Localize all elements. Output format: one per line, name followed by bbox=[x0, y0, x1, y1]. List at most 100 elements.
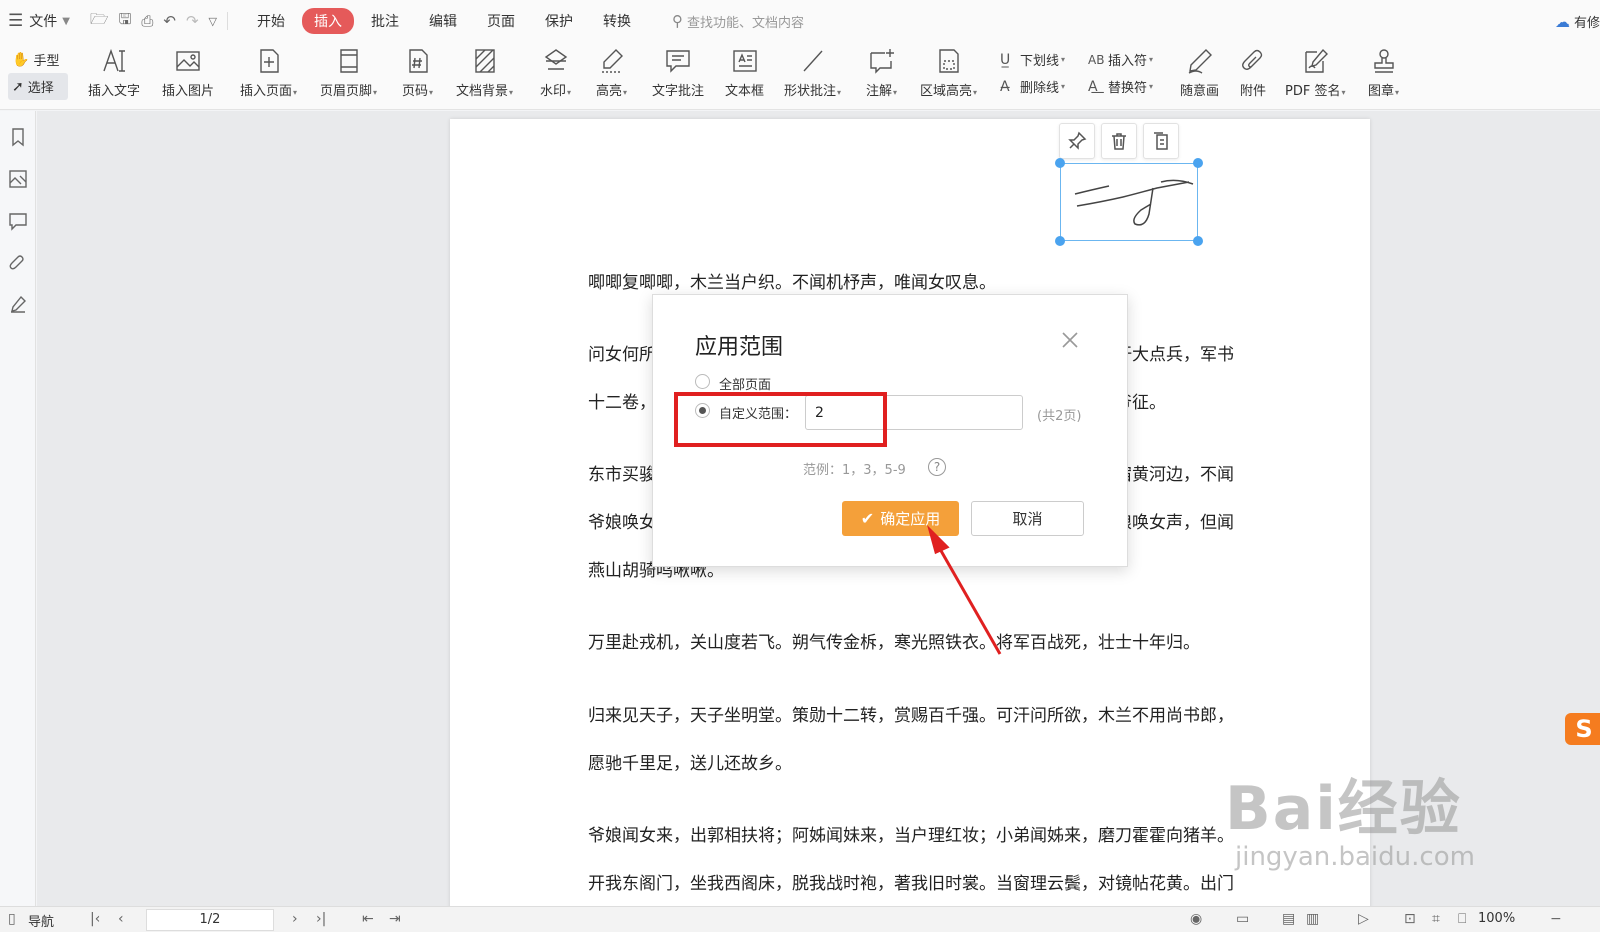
insert-text-button[interactable]: 插入文字 bbox=[88, 46, 140, 99]
print-icon[interactable]: ⎙ bbox=[141, 12, 153, 30]
confirm-apply-label: 确定应用 bbox=[880, 510, 941, 528]
file-menu[interactable]: ☰ 文件 ▼ bbox=[8, 11, 70, 31]
copy-icon bbox=[1154, 132, 1168, 150]
resize-handle[interactable] bbox=[1055, 158, 1065, 168]
redo-icon[interactable]: ↷ bbox=[186, 12, 199, 30]
thumbnail-icon[interactable] bbox=[8, 169, 28, 189]
ribbon-toolbar: ✋ 手型 ➚ 选择 插入文字 插入图片 插入页面▾ 页眉页脚▾ 页码▾ 文档背景… bbox=[0, 42, 1600, 110]
nav-panel-icon[interactable]: ▯ bbox=[8, 911, 16, 927]
fit-width-icon[interactable]: ⎕ bbox=[1458, 911, 1466, 927]
select-tool[interactable]: ➚ 选择 bbox=[8, 73, 68, 100]
two-page-view-icon[interactable]: ▥ bbox=[1306, 911, 1319, 927]
highlight-button[interactable]: 高亮▾ bbox=[596, 46, 627, 99]
cancel-button[interactable]: 取消 bbox=[971, 501, 1084, 536]
textbox-icon bbox=[730, 46, 760, 76]
symbol-tools: AB 插入符 ▾ A͟ 替换符 ▾ bbox=[1088, 46, 1153, 100]
comment-icon[interactable] bbox=[8, 211, 28, 231]
confirm-apply-button[interactable]: ✔ 确定应用 bbox=[842, 501, 959, 536]
pin-button[interactable] bbox=[1059, 123, 1095, 159]
undo-icon[interactable]: ↶ bbox=[163, 12, 176, 30]
strike-label: 删除线 bbox=[1020, 81, 1060, 96]
header-footer-button[interactable]: 页眉页脚▾ bbox=[320, 46, 377, 99]
hamburger-icon: ☰ bbox=[8, 11, 24, 31]
insert-image-button[interactable]: 插入图片 bbox=[162, 46, 214, 99]
stamp-icon bbox=[1369, 46, 1399, 76]
tab-convert[interactable]: 转换 bbox=[590, 8, 644, 34]
note-label: 注解 bbox=[866, 84, 893, 99]
bookmark-icon[interactable] bbox=[8, 127, 28, 147]
attachment-button[interactable]: 附件 bbox=[1238, 46, 1268, 99]
nav-label[interactable]: 导航 bbox=[28, 911, 54, 930]
eye-icon[interactable]: ◉ bbox=[1190, 911, 1202, 927]
last-page-icon[interactable]: ›| bbox=[316, 911, 326, 927]
close-button[interactable] bbox=[1061, 331, 1079, 349]
text-comment-button[interactable]: 文字批注 bbox=[652, 46, 704, 99]
background-button[interactable]: 文档背景▾ bbox=[456, 46, 513, 99]
menu-divider bbox=[226, 12, 228, 30]
resize-handle[interactable] bbox=[1193, 236, 1203, 246]
actual-size-icon[interactable]: ⊡ bbox=[1404, 911, 1416, 927]
first-page-icon[interactable]: |‹ bbox=[90, 911, 100, 927]
watermark-label: 水印 bbox=[540, 84, 567, 99]
menu-bar: ☰ 文件 ▼ 🗁 🖫 ⎙ ↶ ↷ ▽ 开始 插入 批注 编辑 页面 保护 转换 … bbox=[0, 0, 1600, 42]
pdf-sign-button[interactable]: PDF 签名▾ bbox=[1285, 46, 1345, 99]
text-comment-icon bbox=[663, 46, 693, 76]
insert-image-icon bbox=[173, 46, 203, 76]
tab-protect[interactable]: 保护 bbox=[532, 8, 586, 34]
stamp-button[interactable]: 图章▾ bbox=[1368, 46, 1399, 99]
insert-page-button[interactable]: 插入页面▾ bbox=[240, 46, 297, 99]
signature-selection[interactable] bbox=[1055, 158, 1203, 246]
watermark-button[interactable]: 水印▾ bbox=[540, 46, 571, 99]
tab-insert[interactable]: 插入 bbox=[301, 8, 354, 34]
signature-panel-icon[interactable] bbox=[8, 295, 28, 315]
open-icon[interactable]: 🗁 bbox=[90, 9, 109, 34]
cursor-icon: ➚ bbox=[12, 78, 24, 95]
freehand-label: 随意画 bbox=[1180, 84, 1220, 99]
single-page-view-icon[interactable]: ▭ bbox=[1236, 911, 1249, 927]
search-box[interactable]: ⚲ 查找功能、文档内容 bbox=[672, 12, 804, 31]
area-highlight-label: 区域高亮 bbox=[920, 84, 973, 99]
back-icon[interactable]: ⇤ bbox=[362, 911, 374, 927]
replace-symbol-tool[interactable]: A͟ 替换符 ▾ bbox=[1088, 73, 1153, 100]
copy-button[interactable] bbox=[1143, 123, 1179, 159]
strikethrough-tool[interactable]: A̶ 删除线 ▾ bbox=[1000, 73, 1065, 100]
save-icon[interactable]: 🖫 bbox=[119, 9, 132, 34]
chevron-down-icon: ▼ bbox=[62, 15, 70, 27]
stamp-label: 图章 bbox=[1368, 84, 1395, 99]
tab-edit[interactable]: 编辑 bbox=[416, 8, 470, 34]
page-number-button[interactable]: 页码▾ bbox=[402, 46, 433, 99]
textbox-button[interactable]: 文本框 bbox=[725, 46, 764, 99]
delete-button[interactable] bbox=[1101, 123, 1137, 159]
area-highlight-button[interactable]: 区域高亮▾ bbox=[920, 46, 977, 99]
prev-page-icon[interactable]: ‹ bbox=[118, 911, 124, 927]
next-page-icon[interactable]: › bbox=[292, 911, 298, 927]
search-icon: ⚲ bbox=[671, 12, 683, 30]
play-icon[interactable]: ▷ bbox=[1358, 911, 1369, 927]
forward-icon[interactable]: ⇥ bbox=[389, 911, 401, 927]
freehand-button[interactable]: 随意画 bbox=[1180, 46, 1219, 99]
check-icon: ✔ bbox=[860, 509, 875, 528]
insert-symbol-tool[interactable]: AB 插入符 ▾ bbox=[1088, 46, 1153, 73]
tab-page[interactable]: 页面 bbox=[474, 8, 528, 34]
tab-annotate[interactable]: 批注 bbox=[358, 8, 412, 34]
zoom-level[interactable]: 100% bbox=[1478, 911, 1515, 926]
input-method-logo-icon[interactable]: S bbox=[1565, 713, 1600, 745]
note-button[interactable]: 注解▾ bbox=[866, 46, 897, 99]
page-indicator[interactable]: 1/2 bbox=[146, 909, 274, 931]
cloud-status[interactable]: ☁ 有修 bbox=[1555, 12, 1600, 32]
tab-start[interactable]: 开始 bbox=[244, 8, 298, 34]
zoom-out-icon[interactable]: − bbox=[1550, 911, 1562, 927]
resize-handle[interactable] bbox=[1193, 158, 1203, 168]
resize-handle[interactable] bbox=[1055, 236, 1065, 246]
attachment-panel-icon[interactable] bbox=[8, 253, 28, 273]
search-placeholder: 查找功能、文档内容 bbox=[686, 15, 804, 31]
shape-comment-button[interactable]: 形状批注▾ bbox=[784, 46, 841, 99]
all-pages-radio[interactable] bbox=[695, 374, 710, 389]
customize-icon[interactable]: ▽ bbox=[209, 15, 217, 28]
help-icon[interactable]: ? bbox=[928, 458, 946, 476]
continuous-view-icon[interactable]: ▤ bbox=[1282, 911, 1295, 927]
underline-tool[interactable]: U̲ 下划线 ▾ bbox=[1000, 46, 1065, 73]
pdf-sign-icon bbox=[1300, 46, 1330, 76]
hand-tool[interactable]: ✋ 手型 bbox=[8, 46, 68, 73]
fit-page-icon[interactable]: ⌗ bbox=[1432, 911, 1440, 927]
